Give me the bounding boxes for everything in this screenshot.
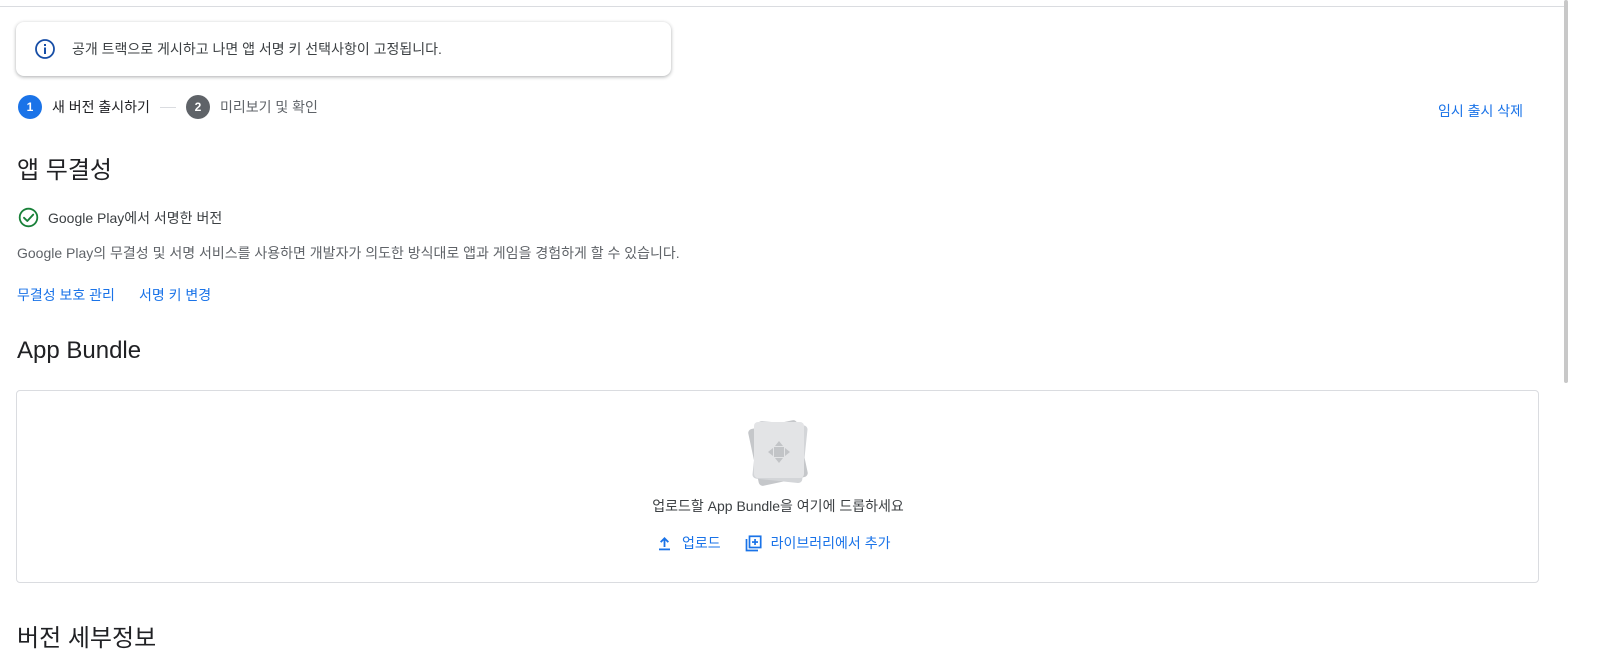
- add-from-library-button[interactable]: 라이브러리에서 추가: [745, 533, 891, 553]
- release-details-heading: 버전 세부정보: [17, 625, 157, 651]
- change-signing-key-link[interactable]: 서명 키 변경: [139, 285, 211, 305]
- app-bundle-icon: [744, 418, 812, 486]
- top-divider: [0, 6, 1566, 7]
- signing-status-label: Google Play에서 서명한 버전: [48, 209, 223, 226]
- step-1-label[interactable]: 새 버전 출시하기: [52, 97, 150, 117]
- delete-draft-release-link[interactable]: 임시 출시 삭제: [1438, 101, 1523, 121]
- manage-integrity-link[interactable]: 무결성 보호 관리: [17, 285, 115, 305]
- info-banner: 공개 트랙으로 게시하고 나면 앱 서명 키 선택사항이 고정됩니다.: [16, 22, 671, 76]
- app-bundle-heading: App Bundle: [17, 337, 142, 364]
- integrity-links: 무결성 보호 관리 서명 키 변경: [17, 285, 211, 305]
- banner-text: 공개 트랙으로 게시하고 나면 앱 서명 키 선택사항이 고정됩니다.: [72, 41, 442, 57]
- app-integrity-heading: 앱 무결성: [17, 157, 112, 184]
- step-2-number[interactable]: 2: [185, 95, 210, 119]
- step-separator: [159, 106, 176, 108]
- dropzone-actions: 업로드 라이브러리에서 추가: [656, 533, 890, 553]
- check-circle-icon: [18, 207, 39, 228]
- add-from-library-label: 라이브러리에서 추가: [770, 535, 891, 551]
- upload-button-label: 업로드: [682, 535, 721, 551]
- step-1-number[interactable]: 1: [18, 95, 42, 119]
- step-2-label[interactable]: 미리보기 및 확인: [220, 97, 318, 117]
- info-icon: [34, 38, 56, 60]
- integrity-description: Google Play의 무결성 및 서명 서비스를 사용하면 개발자가 의도한…: [17, 245, 680, 261]
- release-stepper: 1 새 버전 출시하기 2 미리보기 및 확인: [18, 95, 318, 119]
- signing-status: Google Play에서 서명한 버전: [18, 207, 222, 228]
- dropzone-instruction: 업로드할 App Bundle을 여기에 드롭하세요: [652, 498, 904, 514]
- upload-icon: [659, 536, 670, 550]
- library-add-icon: [745, 534, 762, 551]
- upload-button[interactable]: 업로드: [656, 533, 721, 553]
- page-scrollbar[interactable]: [1564, 0, 1568, 383]
